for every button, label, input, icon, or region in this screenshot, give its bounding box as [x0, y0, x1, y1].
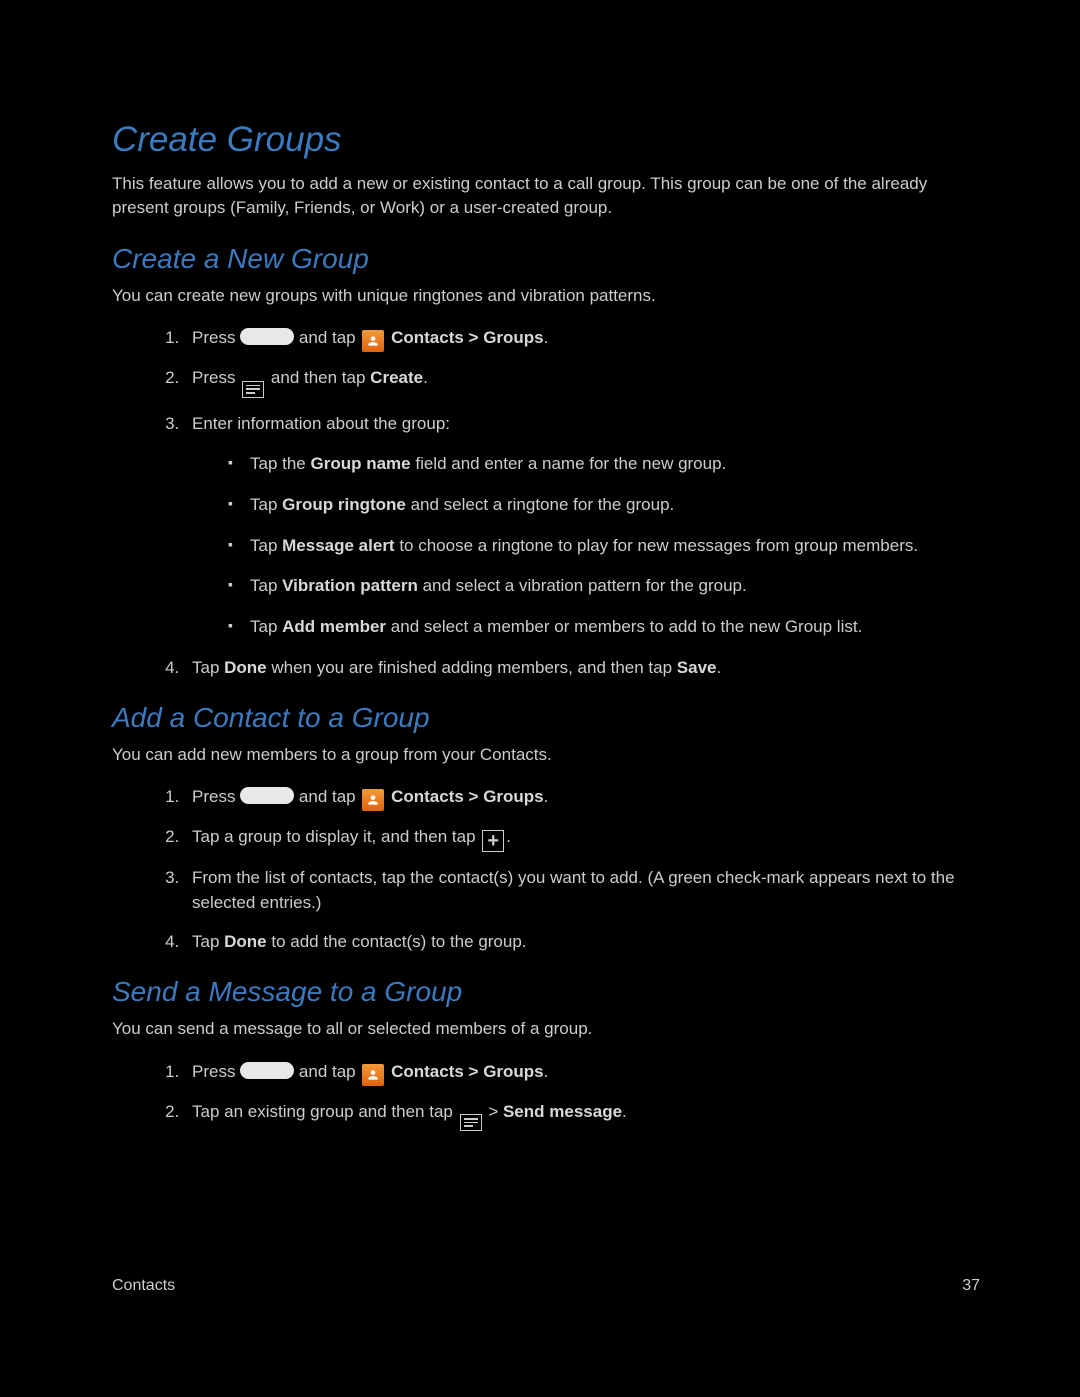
menu-icon [242, 381, 264, 398]
contacts-icon [362, 789, 384, 811]
list-item: Tap an existing group and then tap > Sen… [184, 1100, 980, 1131]
text: Enter information about the group: [192, 414, 450, 433]
list-item: Press and tap Contacts > Groups. [184, 1060, 980, 1086]
ordered-list: Press and tap Contacts > Groups. Tap an … [112, 1060, 980, 1131]
text: and tap [294, 328, 360, 347]
list-item: Tap Done to add the contact(s) to the gr… [184, 930, 980, 955]
plus-icon: + [482, 830, 504, 852]
contacts-icon [362, 1064, 384, 1086]
list-item: From the list of contacts, tap the conta… [184, 866, 980, 915]
footer-section: Contacts [112, 1274, 175, 1297]
section-intro: You can send a message to all or selecte… [112, 1017, 980, 1042]
text: Create [370, 368, 423, 387]
list-item: Enter information about the group: Tap t… [184, 412, 980, 640]
list-item: Press and then tap Create. [184, 366, 980, 397]
bullet-item: Tap Group ringtone and select a ringtone… [232, 493, 980, 518]
list-item: Tap Done when you are finished adding me… [184, 656, 980, 681]
contacts-icon [362, 330, 384, 352]
list-item: Tap a group to display it, and then tap … [184, 825, 980, 852]
bullet-item: Tap Vibration pattern and select a vibra… [232, 574, 980, 599]
text: and then tap [266, 368, 370, 387]
home-button-icon [240, 1062, 294, 1079]
home-button-icon [240, 328, 294, 345]
section-heading: Create a New Group [112, 239, 980, 280]
section-intro: You can add new members to a group from … [112, 743, 980, 768]
section-intro: You can create new groups with unique ri… [112, 284, 980, 309]
list-item: Press and tap Contacts > Groups. [184, 326, 980, 352]
bullet-item: Tap Message alert to choose a ringtone t… [232, 534, 980, 559]
page-title: Create Groups [112, 115, 980, 166]
page-number: 37 [962, 1274, 980, 1297]
intro-text: This feature allows you to add a new or … [112, 172, 980, 221]
ordered-list: Press and tap Contacts > Groups. Press a… [112, 326, 980, 680]
bullet-item: Tap the Group name field and enter a nam… [232, 452, 980, 477]
bullet-list: Tap the Group name field and enter a nam… [192, 452, 980, 639]
text: Contacts > Groups [386, 328, 543, 347]
section-heading: Add a Contact to a Group [112, 698, 980, 739]
text: . [423, 368, 428, 387]
page-footer: Contacts 37 [112, 1274, 980, 1297]
text: Press [192, 328, 240, 347]
text: Press [192, 368, 240, 387]
text: . [544, 328, 549, 347]
menu-icon [460, 1114, 482, 1131]
home-button-icon [240, 787, 294, 804]
list-item: Press and tap Contacts > Groups. [184, 785, 980, 811]
section-heading: Send a Message to a Group [112, 972, 980, 1013]
bullet-item: Tap Add member and select a member or me… [232, 615, 980, 640]
ordered-list: Press and tap Contacts > Groups. Tap a g… [112, 785, 980, 954]
